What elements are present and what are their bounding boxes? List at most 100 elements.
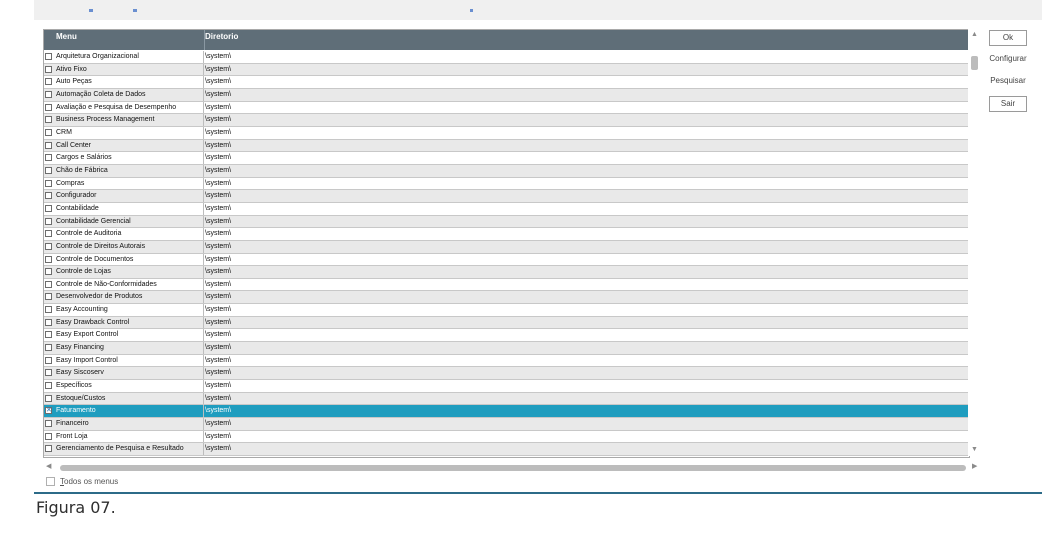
cell-separator xyxy=(203,329,204,342)
menu-cell: Ativo Fixo xyxy=(56,65,87,73)
table-row[interactable]: Cargos e Salários \system\ xyxy=(44,152,969,165)
menu-cell: Chão de Fábrica xyxy=(56,166,108,174)
ok-button[interactable]: Ok xyxy=(989,30,1027,46)
table-row[interactable]: Controle de Auditoria \system\ xyxy=(44,228,969,241)
table-row[interactable]: Contabilidade Gerencial \system\ xyxy=(44,215,969,229)
row-checkbox[interactable] xyxy=(45,356,52,364)
directory-cell: \system\ xyxy=(205,306,232,314)
horizontal-scrollbar[interactable]: ◀ ▶ xyxy=(43,462,981,474)
table-row[interactable]: Automação Coleta de Dados \system\ xyxy=(44,88,969,102)
directory-cell: \system\ xyxy=(205,369,232,377)
table-row[interactable]: Business Process Management \system\ xyxy=(44,114,969,127)
column-header-menu[interactable]: Menu xyxy=(56,32,77,41)
row-checkbox[interactable] xyxy=(45,432,52,440)
menu-cell: Controle de Lojas xyxy=(56,268,111,276)
scroll-up-icon[interactable]: ▲ xyxy=(971,31,978,38)
row-checkbox[interactable] xyxy=(45,268,52,276)
cell-separator xyxy=(203,202,204,215)
row-checkbox[interactable] xyxy=(45,394,52,402)
row-checkbox[interactable] xyxy=(45,154,52,162)
table-row[interactable]: Chão de Fábrica \system\ xyxy=(44,164,969,178)
row-checkbox[interactable] xyxy=(45,166,52,174)
vertical-scroll-thumb[interactable] xyxy=(971,56,978,70)
table-row[interactable]: Controle de Lojas \system\ xyxy=(44,266,969,279)
configurar-button[interactable]: Configurar xyxy=(987,52,1029,68)
table-row[interactable]: Controle de Documentos \system\ xyxy=(44,253,969,267)
table-row[interactable]: Avaliação e Pesquisa de Desempenho \syste… xyxy=(44,101,969,115)
table-row[interactable]: Desenvolvedor de Produtos \system\ xyxy=(44,291,969,305)
row-checkbox[interactable] xyxy=(45,318,52,326)
table-row[interactable]: Configurador \system\ xyxy=(44,190,969,203)
menu-cell: Faturamento xyxy=(56,407,96,415)
cell-separator xyxy=(203,304,204,316)
all-menus-checkbox-box[interactable] xyxy=(46,477,55,486)
cell-separator xyxy=(203,392,204,405)
table-row[interactable]: Call Center \system\ xyxy=(44,139,969,153)
row-checkbox[interactable] xyxy=(45,116,52,124)
table-row[interactable]: Auto Peças \system\ xyxy=(44,76,969,89)
vertical-scrollbar[interactable]: ▲ ▼ xyxy=(968,29,981,456)
table-row[interactable]: Estoque/Custos \system\ xyxy=(44,392,969,406)
table-row[interactable]: Easy Accounting \system\ xyxy=(44,304,969,317)
table-row[interactable]: Front Loja \system\ xyxy=(44,430,969,444)
table-row[interactable]: CRM \system\ xyxy=(44,126,969,140)
row-checkbox[interactable] xyxy=(45,382,52,390)
row-checkbox[interactable] xyxy=(45,192,52,200)
row-checkbox[interactable] xyxy=(45,103,52,111)
table-row[interactable]: Controle de Direitos Autorais \system\ xyxy=(44,240,969,254)
cell-separator xyxy=(203,266,204,278)
row-checkbox[interactable] xyxy=(45,255,52,263)
table-row[interactable]: Controle de Não-Conformidades \system\ xyxy=(44,278,969,292)
menu-cell: Business Process Management xyxy=(56,116,155,124)
column-header-diretorio[interactable]: Diretorio xyxy=(205,32,238,41)
table-row[interactable]: Easy Financing \system\ xyxy=(44,342,969,355)
row-checkbox[interactable] xyxy=(45,280,52,288)
directory-cell: \system\ xyxy=(205,280,232,288)
row-checkbox[interactable] xyxy=(45,204,52,212)
pesquisar-button[interactable]: Pesquisar xyxy=(987,74,1029,90)
table-row[interactable]: Easy Export Control \system\ xyxy=(44,329,969,343)
top-strip-mark xyxy=(470,9,473,12)
table-row[interactable]: ✕ Faturamento \system\ xyxy=(44,405,969,419)
menu-cell: Easy Drawback Control xyxy=(56,318,130,326)
row-checkbox[interactable] xyxy=(45,331,52,339)
row-checkbox[interactable] xyxy=(45,369,52,377)
table-row[interactable]: Easy Siscoserv \system\ xyxy=(44,367,969,381)
row-checkbox[interactable] xyxy=(45,179,52,187)
row-checkbox[interactable] xyxy=(45,128,52,136)
table-row[interactable]: Easy Import Control \system\ xyxy=(44,354,969,368)
table-row[interactable]: Easy Drawback Control \system\ xyxy=(44,316,969,330)
row-checkbox[interactable] xyxy=(45,306,52,314)
row-checkbox[interactable] xyxy=(45,242,52,250)
menu-grid[interactable]: Menu Diretorio Arquitetura Organizaciona… xyxy=(43,29,970,458)
horizontal-scroll-thumb[interactable] xyxy=(60,465,966,471)
row-checkbox[interactable] xyxy=(45,344,52,352)
scroll-left-icon[interactable]: ◀ xyxy=(46,462,51,470)
directory-cell: \system\ xyxy=(205,217,232,225)
row-checkbox[interactable] xyxy=(45,230,52,238)
table-row[interactable]: Arquitetura Organizacional \system\ xyxy=(44,51,969,64)
table-row[interactable]: Financeiro \system\ xyxy=(44,418,969,431)
scroll-right-icon[interactable]: ▶ xyxy=(972,462,977,470)
row-checkbox[interactable]: ✕ xyxy=(45,407,52,415)
row-checkbox[interactable] xyxy=(45,141,52,149)
table-row[interactable]: Compras \system\ xyxy=(44,177,969,191)
table-row[interactable]: Gerenciamento de Pesquisa e Resultado \sy… xyxy=(44,443,969,456)
sair-button[interactable]: Sair xyxy=(989,96,1027,112)
scroll-down-icon[interactable]: ▼ xyxy=(971,446,978,453)
row-checkbox[interactable] xyxy=(45,217,52,225)
row-checkbox[interactable] xyxy=(45,293,52,301)
row-checkbox[interactable] xyxy=(45,90,52,98)
row-checkbox[interactable] xyxy=(45,65,52,73)
directory-cell: \system\ xyxy=(205,154,232,162)
bottom-divider xyxy=(34,492,1042,494)
row-checkbox[interactable] xyxy=(45,445,52,453)
table-row[interactable]: Específicos \system\ xyxy=(44,380,969,393)
row-checkbox[interactable] xyxy=(45,53,52,60)
row-checkbox[interactable] xyxy=(45,78,52,86)
directory-cell: \system\ xyxy=(205,192,232,200)
table-row[interactable]: Contabilidade \system\ xyxy=(44,202,969,216)
menu-cell: Easy Accounting xyxy=(56,306,108,314)
row-checkbox[interactable] xyxy=(45,420,52,428)
table-row[interactable]: Ativo Fixo \system\ xyxy=(44,63,969,77)
